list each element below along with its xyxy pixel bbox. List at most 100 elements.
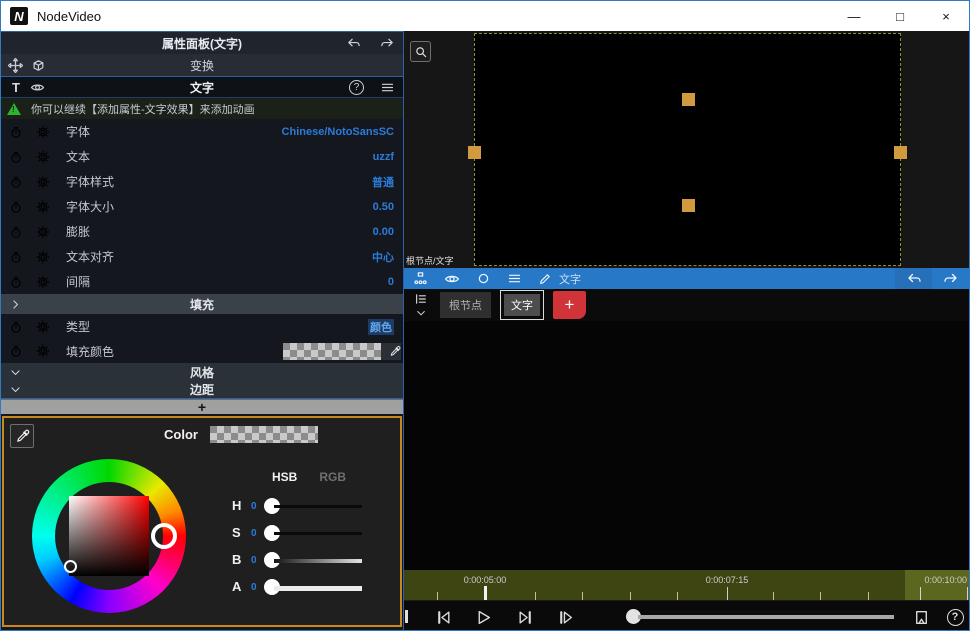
stopwatch-icon[interactable] (9, 150, 23, 164)
tab-text-node[interactable]: 文字 (500, 290, 544, 320)
list-icon[interactable] (414, 292, 428, 306)
slider-track[interactable] (274, 559, 362, 563)
ruler-tick (437, 592, 438, 600)
gear-icon[interactable] (36, 250, 50, 264)
gear-icon[interactable] (36, 275, 50, 289)
color-picker-eyedropper-button[interactable] (10, 424, 34, 448)
slider-value[interactable]: 0 (251, 501, 257, 512)
timeline-zoom-slider-track[interactable] (638, 615, 894, 619)
help-icon[interactable]: ? (349, 80, 364, 95)
add-node-button[interactable]: + (553, 291, 586, 319)
property-row-font-style[interactable]: 字体样式 普通 (1, 169, 403, 194)
circle-icon[interactable] (476, 271, 491, 286)
redo-icon[interactable] (380, 36, 395, 51)
skip-to-end-button[interactable] (516, 608, 534, 626)
transform-handle-top[interactable] (682, 93, 695, 106)
property-label: 填充颜色 (66, 343, 114, 360)
undo-button[interactable] (895, 268, 932, 289)
tab-hsb[interactable]: HSB (272, 470, 297, 484)
fill-color-swatch[interactable] (283, 343, 381, 360)
style-section-header[interactable]: 风格 (1, 363, 403, 381)
node-graph-area[interactable] (404, 321, 969, 570)
undo-icon[interactable] (346, 36, 361, 51)
pencil-icon[interactable] (538, 272, 552, 286)
property-value[interactable]: Chinese/NotoSansSC (282, 126, 394, 138)
skip-to-start-button[interactable] (434, 608, 452, 626)
property-value[interactable]: 中心 (372, 249, 394, 265)
playhead[interactable] (484, 586, 487, 600)
gear-icon[interactable] (36, 344, 50, 358)
slider-track[interactable] (274, 532, 362, 535)
property-row-spacing[interactable]: 间隔 0 (1, 269, 403, 294)
gear-icon[interactable] (36, 125, 50, 139)
slider-value[interactable]: 0 (251, 582, 257, 593)
chevron-down-icon[interactable] (415, 307, 427, 319)
menu-icon[interactable] (507, 271, 522, 286)
transform-handle-left[interactable] (468, 146, 481, 159)
transform-section-header[interactable]: 变换 (1, 54, 403, 76)
stopwatch-icon[interactable] (9, 225, 23, 239)
transform-handle-right[interactable] (894, 146, 907, 159)
hue-selector-handle[interactable] (151, 523, 177, 549)
close-button[interactable]: × (923, 1, 969, 31)
breadcrumb[interactable]: 根节点/文字 (406, 254, 454, 267)
gear-icon[interactable] (36, 175, 50, 189)
play-button[interactable] (474, 608, 492, 626)
stopwatch-icon[interactable] (9, 344, 23, 358)
slider-track[interactable] (274, 586, 362, 591)
preview-viewport[interactable]: 根节点/文字 (404, 31, 969, 268)
eye-icon[interactable] (444, 271, 460, 287)
minimize-button[interactable]: — (831, 1, 877, 31)
property-row-font-size[interactable]: 字体大小 0.50 (1, 194, 403, 219)
property-value[interactable]: 0.50 (373, 201, 394, 213)
gear-icon[interactable] (36, 320, 50, 334)
property-value[interactable]: 0.00 (373, 226, 394, 238)
stopwatch-icon[interactable] (9, 275, 23, 289)
property-row-fill-color[interactable]: 填充颜色 (1, 339, 403, 363)
stopwatch-icon[interactable] (9, 200, 23, 214)
slider-value[interactable]: 0 (251, 528, 257, 539)
property-row-fill-type[interactable]: 类型 颜色 (1, 314, 403, 339)
current-color-swatch[interactable] (210, 426, 318, 443)
video-frame[interactable] (474, 33, 901, 266)
transform-handle-bottom[interactable] (682, 199, 695, 212)
property-row-text-align[interactable]: 文本对齐 中心 (1, 244, 403, 269)
property-row-font[interactable]: 字体 Chinese/NotoSansSC (1, 119, 403, 144)
timeline-ruler[interactable]: 0:00:05:00 0:00:07:15 0:00:10:00 (404, 570, 969, 600)
gear-icon[interactable] (36, 200, 50, 214)
stopwatch-icon[interactable] (9, 175, 23, 189)
zoom-tool-button[interactable] (410, 41, 431, 62)
gear-icon[interactable] (36, 150, 50, 164)
gear-icon[interactable] (36, 225, 50, 239)
slider-value[interactable]: 0 (251, 555, 257, 566)
panel-resize-handle[interactable]: + (1, 399, 403, 414)
property-row-expand[interactable]: 膨胀 0.00 (1, 219, 403, 244)
property-value[interactable]: 0 (388, 276, 394, 288)
property-row-text[interactable]: 文本 uzzf (1, 144, 403, 169)
menu-icon[interactable] (380, 80, 395, 95)
margin-section-header[interactable]: 边距 (1, 381, 403, 399)
property-value[interactable]: 颜色 (368, 319, 394, 335)
step-forward-button[interactable] (556, 608, 574, 626)
maximize-button[interactable]: □ (877, 1, 923, 31)
property-value[interactable]: 普通 (372, 174, 394, 190)
tab-rgb[interactable]: RGB (319, 470, 346, 484)
slider-track[interactable] (274, 505, 362, 508)
help-button[interactable]: ? (946, 608, 964, 626)
property-label: 文本对齐 (66, 248, 114, 265)
stopwatch-icon[interactable] (9, 125, 23, 139)
tab-root-node[interactable]: 根节点 (440, 292, 491, 318)
sb-selector-handle[interactable] (64, 560, 77, 573)
saturation-brightness-square[interactable] (69, 496, 149, 576)
redo-button[interactable] (932, 268, 969, 289)
stopwatch-icon[interactable] (9, 250, 23, 264)
eyedropper-icon[interactable] (381, 343, 401, 360)
bookmark-button[interactable] (912, 608, 930, 626)
node-tree-icon[interactable] (413, 271, 428, 286)
property-value[interactable]: uzzf (373, 151, 394, 163)
node-list-control[interactable] (409, 292, 433, 319)
fill-section-header[interactable]: 填充 (1, 294, 403, 314)
text-section-header[interactable]: T 文字 ? (1, 76, 403, 98)
stopwatch-icon[interactable] (9, 320, 23, 334)
add-property-label[interactable]: + (198, 399, 206, 415)
